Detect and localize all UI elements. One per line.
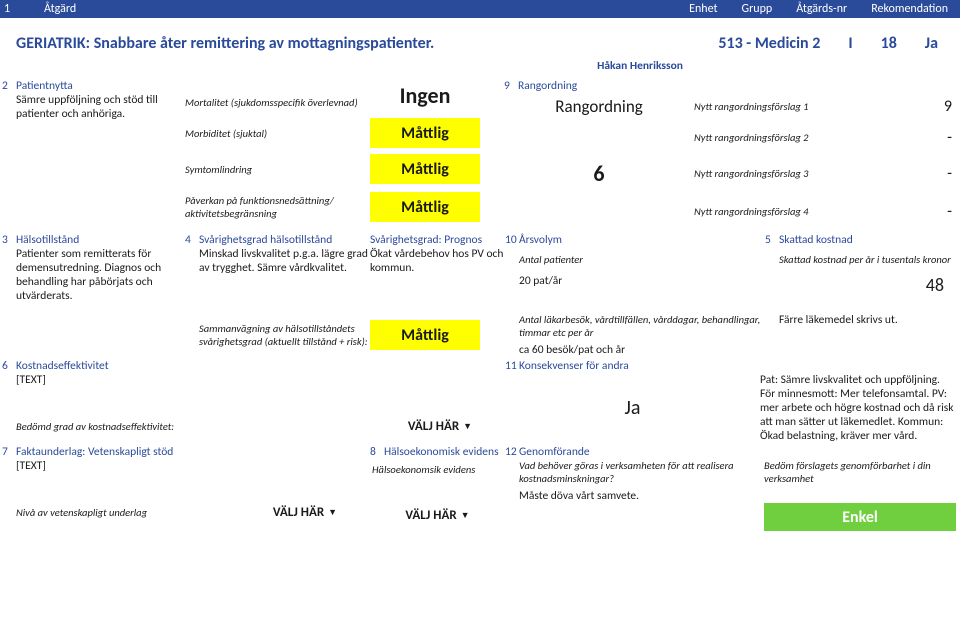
prog-body: Ökat vårdebehov hos PV och kommun. (370, 247, 505, 275)
s9-r4-v: - (880, 202, 960, 221)
s6-body: [TEXT] (2, 373, 505, 387)
s11-num: 11 (505, 359, 519, 373)
s6-label: Bedömd grad av kostnadseffektivitet: (2, 420, 190, 433)
col-num: 1 (4, 0, 44, 18)
s8-num: 8 (370, 445, 384, 459)
s3-title: Hälsotillstånd (16, 233, 79, 247)
s5-title: Skattad kostnad (779, 233, 853, 247)
s9-r4-l: Nytt rangordningsförslag 4 (694, 205, 880, 218)
s11-body: Pat: Sämre livskvalitet och uppföljning.… (760, 373, 960, 443)
s9-r1-l: Nytt rangordningsförslag 1 (694, 100, 880, 113)
prog-title: Svårighetsgrad: Prognos (370, 233, 505, 247)
s4-sum-v: Måttlig (370, 320, 480, 350)
s7-label: Nivå av vetenskapligt underlag (2, 506, 240, 519)
s6-select[interactable]: VÄLJ HÄR (375, 413, 505, 439)
page-title: GERIATRIK: Snabbare åter remittering av … (0, 34, 718, 53)
col-enhet: Enhet (689, 0, 717, 18)
s7-title: Faktaunderlag: Vetenskapligt stöd (16, 445, 173, 459)
s8-select[interactable]: VÄLJ HÄR (370, 502, 505, 528)
s4-sum-l: Sammanvägning av hälsotillståndets svåri… (185, 322, 370, 348)
s9-r1-v: 9 (880, 97, 960, 116)
s3-num: 3 (2, 233, 16, 247)
s10-num: 10 (505, 233, 519, 247)
sev3-label: Symtomlindring (185, 163, 370, 176)
s2-num: 2 (2, 79, 16, 93)
s4-num: 4 (185, 233, 199, 247)
s6-num: 6 (2, 359, 16, 373)
s7-select[interactable]: VÄLJ HÄR (240, 499, 370, 525)
unit: 513 - Medicin 2 (718, 34, 820, 53)
s10-ap-v: 20 pat/år (505, 274, 765, 288)
s9-r3-v: - (880, 164, 960, 183)
s12-num: 12 (505, 445, 519, 459)
sev2-val: Måttlig (370, 118, 480, 148)
s9-big: Rangordning (504, 96, 694, 117)
s9-r2-l: Nytt rangordningsförslag 2 (694, 131, 880, 144)
col-atgardsnr: Åtgärds-nr (796, 0, 847, 18)
sev4-label: Påverkan på funktionsnedsättning/ aktivi… (185, 194, 370, 220)
sev1-label: Mortalitet (sjukdomsspecifik överlevnad) (185, 96, 370, 109)
s3-body: Patienter som remitterats för demensutre… (2, 247, 185, 303)
header-bar: 1 Åtgärd Enhet Grupp Åtgärds-nr Rekomend… (0, 0, 960, 18)
header-row: GERIATRIK: Snabbare åter remittering av … (0, 34, 960, 53)
person: Håkan Henriksson (320, 59, 960, 73)
s12-title: Genomförande (519, 445, 590, 459)
s9-r2-v: - (880, 128, 960, 147)
col-atgard: Åtgärd (44, 0, 689, 18)
s10-ap-l: Antal patienter (505, 253, 765, 266)
s8-label: Hälsoekonomsik evidens (370, 463, 505, 476)
s10-title: Årsvolym (519, 233, 562, 247)
s2-title: Patientnytta (16, 79, 73, 93)
s10-sub-v: ca 60 besök/pat och år (505, 343, 765, 357)
s11-val: Ja (505, 382, 760, 434)
s5-num: 5 (765, 233, 779, 247)
s9-r3-l: Nytt rangordningsförslag 3 (694, 167, 880, 180)
s4-title: Svårighetsgrad hälsotillstånd (199, 233, 332, 247)
sev1-val: Ingen (370, 82, 480, 109)
s9-title: Rangordning (518, 79, 577, 93)
col-rek: Rekomendation (871, 0, 948, 18)
s7-num: 7 (2, 445, 16, 459)
s7-body: [TEXT] (2, 459, 370, 473)
atgardsnr-val: 18 (881, 34, 897, 53)
s6-title: Kostnadseffektivitet (16, 359, 109, 373)
s10-sub: Antal läkarbesök, vårdtillfällen, vårdda… (505, 313, 765, 339)
rek-val: Ja (925, 34, 938, 53)
s11-title: Konsekvenser för andra (519, 359, 629, 373)
grupp-val: I (848, 34, 852, 53)
sev2-label: Morbiditet (sjuktal) (185, 127, 370, 140)
s2-body: Sämre uppföljning och stöd till patiente… (2, 93, 185, 121)
s5-label: Skattad kostnad per år i tusentals krono… (765, 253, 954, 266)
s5-val: 48 (765, 274, 954, 296)
s12-rv: Enkel (764, 503, 956, 531)
s5-extra: Färre läkemedel skrivs ut. (765, 313, 954, 327)
s4-body: Minskad livskvalitet p.g.a. lägre grad a… (185, 247, 370, 275)
s9-six: 6 (504, 160, 694, 187)
s8-title: Hälsoekonomisk evidens (384, 445, 499, 459)
s12-q: Vad behöver göras i verksamheten för att… (519, 459, 760, 485)
sev4-val: Måttlig (370, 192, 480, 222)
col-grupp: Grupp (742, 0, 773, 18)
s12-rl: Bedöm förslagets genomförbarhet i din ve… (764, 459, 956, 485)
s9-num: 9 (504, 79, 518, 93)
s12-a: Måste döva vårt samvete. (519, 489, 760, 503)
sev3-val: Måttlig (370, 154, 480, 184)
